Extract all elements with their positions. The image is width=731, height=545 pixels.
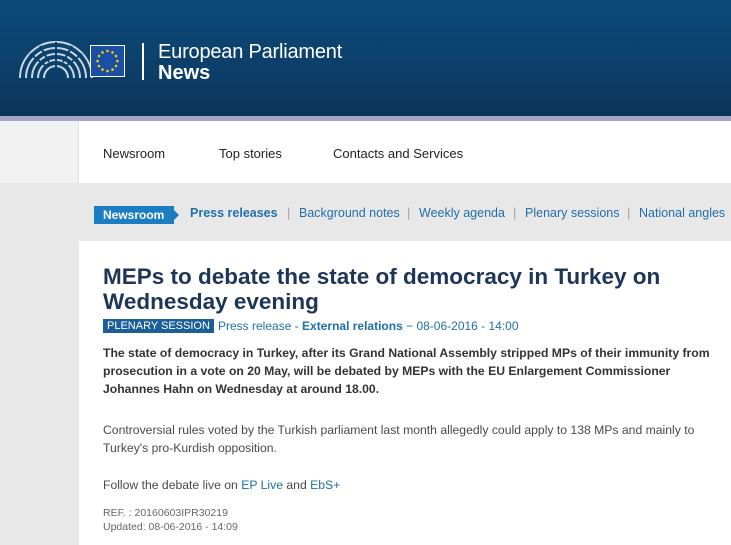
subnav-weekly-agenda[interactable]: Weekly agenda	[419, 206, 505, 220]
article-category[interactable]: External relations	[302, 319, 403, 333]
subnav-separator: |	[627, 205, 631, 220]
tab-newsroom[interactable]: Newsroom	[103, 146, 165, 161]
meta-separator: -	[291, 319, 303, 333]
tab-top-stories[interactable]: Top stories	[219, 146, 282, 161]
subnav-background-notes[interactable]: Background notes	[299, 206, 400, 220]
article-title: MEPs to debate the state of democracy in…	[103, 264, 661, 314]
article-lead: The state of democracy in Turkey, after …	[103, 346, 710, 396]
brand-subtitle[interactable]: News	[158, 62, 210, 85]
subnav-press-releases[interactable]: Press releases	[190, 206, 278, 220]
article-meta: Press release - External relations − 08-…	[218, 319, 519, 333]
subnav-separator: |	[287, 205, 291, 220]
topnav-left-panel	[0, 121, 79, 183]
breadcrumb-arrow-icon	[170, 206, 179, 224]
subnav-national-angles[interactable]: National angles	[639, 206, 725, 220]
article-type[interactable]: Press release	[218, 319, 291, 333]
follow-prefix: Follow the debate live on	[103, 478, 242, 492]
brand-divider	[142, 43, 144, 80]
category-badge[interactable]: PLENARY SESSION	[103, 319, 214, 333]
follow-and: and	[283, 478, 311, 492]
subnav-separator: |	[407, 205, 411, 220]
meta-separator: −	[402, 319, 417, 333]
reference-number: REF. : 20160603IPR30219	[103, 507, 228, 519]
tab-contacts-and-services[interactable]: Contacts and Services	[333, 146, 463, 161]
article-date: 08-06-2016 - 14:00	[416, 319, 519, 333]
parliament-hemicycle-icon[interactable]	[16, 22, 96, 85]
updated-date: Updated: 08-06-2016 - 14:09	[103, 521, 238, 533]
eu-flag-icon	[90, 45, 125, 77]
follow-debate-line: Follow the debate live on EP Live and Eb…	[103, 478, 340, 492]
subnav-plenary-sessions[interactable]: Plenary sessions	[525, 206, 620, 220]
brand-title[interactable]: European Parliament	[158, 41, 342, 64]
breadcrumb-newsroom[interactable]: Newsroom	[94, 206, 175, 224]
subnav-separator: |	[513, 205, 517, 220]
ep-live-link[interactable]: EP Live	[241, 478, 283, 492]
ebs-plus-link[interactable]: EbS+	[310, 478, 340, 492]
left-gutter	[0, 241, 79, 545]
article-paragraph: Controversial rules voted by the Turkish…	[103, 423, 695, 455]
reference-info: REF. : 20160603IPR30219 Updated: 08-06-2…	[103, 506, 238, 534]
